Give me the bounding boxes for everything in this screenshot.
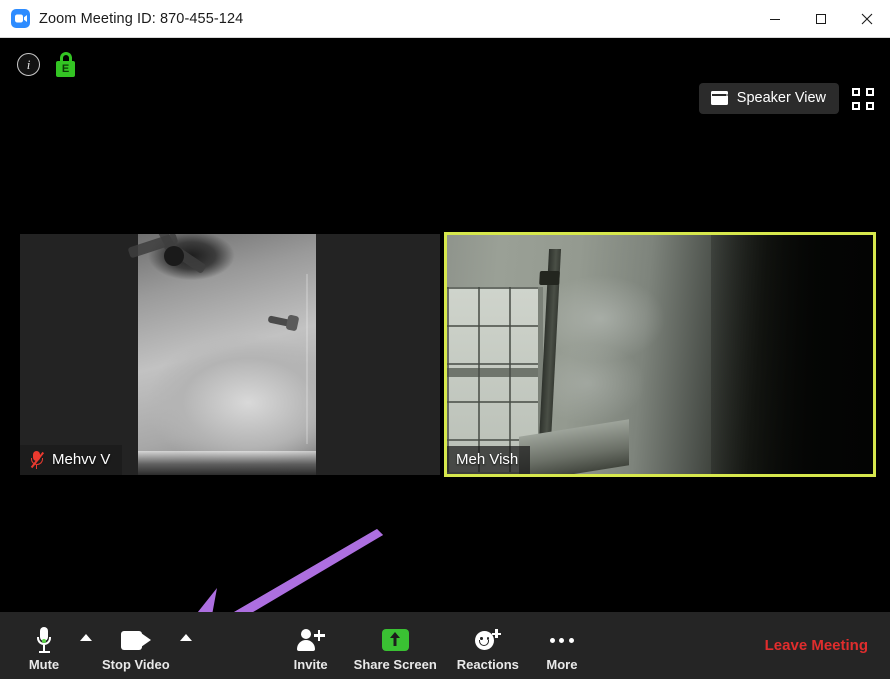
toolbar-center-group: Invite Share Screen bbox=[278, 612, 595, 679]
participant-tile-active-speaker[interactable]: Meh Vish bbox=[444, 232, 876, 477]
reactions-button[interactable]: Reactions bbox=[447, 612, 529, 679]
meeting-toolbar: Mute Stop Video bbox=[0, 612, 890, 679]
info-icon[interactable]: i bbox=[17, 53, 40, 76]
share-screen-button[interactable]: Share Screen bbox=[344, 612, 447, 679]
participant-name-badge: Mehvv V bbox=[20, 445, 122, 475]
annotation-arrow bbox=[180, 526, 390, 612]
close-icon[interactable] bbox=[844, 0, 890, 37]
smiley-plus-icon bbox=[474, 625, 502, 655]
participant-tile[interactable]: Mehvv V bbox=[20, 234, 440, 475]
video-image bbox=[138, 234, 316, 475]
audio-options-caret[interactable] bbox=[70, 612, 102, 679]
chevron-up-icon bbox=[180, 634, 192, 641]
participant-name-badge: Meh Vish bbox=[447, 446, 530, 474]
participant-video-feed bbox=[20, 234, 440, 475]
view-controls-overlay: Speaker View bbox=[699, 83, 874, 114]
video-image bbox=[447, 235, 873, 474]
leave-meeting-button[interactable]: Leave Meeting bbox=[747, 612, 890, 679]
video-camera-icon bbox=[121, 625, 151, 655]
stop-video-label: Stop Video bbox=[102, 657, 170, 672]
invite-button[interactable]: Invite bbox=[278, 612, 344, 679]
encryption-letter: E bbox=[56, 61, 75, 77]
participant-video-feed bbox=[447, 235, 873, 474]
maximize-icon[interactable] bbox=[798, 0, 844, 37]
window-controls bbox=[752, 0, 890, 37]
invite-person-plus-icon bbox=[297, 625, 325, 655]
more-label: More bbox=[546, 657, 577, 672]
microphone-icon bbox=[36, 625, 52, 655]
more-button[interactable]: More bbox=[529, 612, 595, 679]
titlebar-left: Zoom Meeting ID: 870-455-124 bbox=[0, 0, 752, 37]
toolbar-spacer bbox=[595, 612, 747, 679]
participant-name: Mehvv V bbox=[52, 451, 110, 468]
video-stage: i E Speaker View bbox=[0, 38, 890, 612]
mute-button[interactable]: Mute bbox=[18, 612, 70, 679]
share-screen-label: Share Screen bbox=[354, 657, 437, 672]
video-options-caret[interactable] bbox=[170, 612, 202, 679]
toolbar-left-group: Mute Stop Video bbox=[0, 612, 202, 679]
meeting-status-overlay: i E bbox=[17, 52, 75, 77]
invite-label: Invite bbox=[294, 657, 328, 672]
window-title: Zoom Meeting ID: 870-455-124 bbox=[39, 11, 243, 27]
window-titlebar: Zoom Meeting ID: 870-455-124 bbox=[0, 0, 890, 38]
zoom-meeting-window: Zoom Meeting ID: 870-455-124 i E bbox=[0, 0, 890, 679]
participant-name: Meh Vish bbox=[456, 451, 518, 468]
fullscreen-expand-icon[interactable] bbox=[852, 88, 874, 110]
microphone-muted-icon bbox=[29, 450, 44, 469]
leave-meeting-label: Leave Meeting bbox=[765, 637, 868, 654]
share-screen-arrow-icon bbox=[382, 625, 409, 655]
reactions-label: Reactions bbox=[457, 657, 519, 672]
green-lock-icon[interactable]: E bbox=[56, 52, 75, 77]
minimize-icon[interactable] bbox=[752, 0, 798, 37]
layout-grid-icon bbox=[711, 91, 728, 105]
zoom-camera-icon bbox=[11, 9, 30, 28]
speaker-view-label: Speaker View bbox=[737, 90, 826, 106]
stop-video-button[interactable]: Stop Video bbox=[102, 612, 170, 679]
mute-label: Mute bbox=[29, 657, 59, 672]
speaker-view-button[interactable]: Speaker View bbox=[699, 83, 839, 114]
ellipsis-icon bbox=[550, 625, 574, 655]
chevron-up-icon bbox=[80, 634, 92, 641]
